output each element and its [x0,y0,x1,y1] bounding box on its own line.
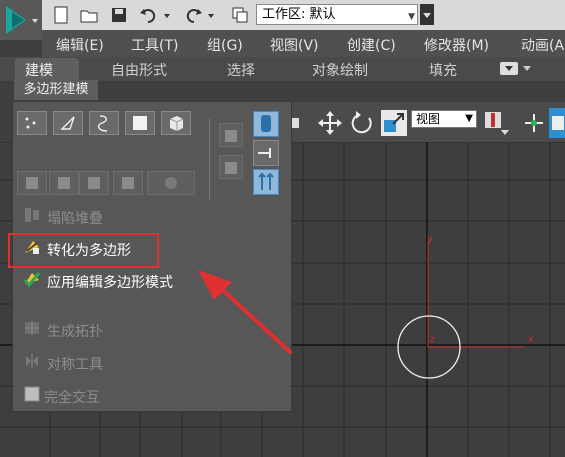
ribbon-options-button[interactable] [500,62,518,75]
modify-mode-button[interactable] [17,171,47,195]
pin-stack-button[interactable] [253,140,279,166]
border-mode-button[interactable] [89,111,119,135]
ribbon-tab-modeling[interactable]: 建模 [25,60,53,80]
preserve-uv-button[interactable] [49,171,79,195]
new-file-icon[interactable] [51,5,71,25]
ribbon-tab-selection[interactable]: 选择 [227,60,255,80]
save-icon[interactable] [109,5,129,25]
axis-x-label: x [528,334,534,345]
scale-icon[interactable] [381,110,407,136]
full-interactivity-checkbox[interactable] [23,385,41,403]
chevron-down-icon: ▼ [465,113,473,124]
menu-modifiers[interactable]: 修改器(M) [424,35,489,55]
annotation-arrow [198,270,292,354]
menu-group[interactable]: 组(G) [207,35,243,55]
show-cage-button[interactable] [113,171,143,195]
chevron-down-icon: ▼ [408,12,415,22]
axis-origin-label: z [430,335,435,345]
ribbon-bar [0,57,565,81]
ribbon-tab-freeform[interactable]: 自由形式 [111,60,167,80]
collapse-stack-label: 塌陷堆叠 [47,211,103,227]
apply-edit-poly-icon [23,270,41,288]
previous-modifier-button[interactable] [219,123,243,147]
move-icon[interactable] [317,110,343,136]
ribbon-tab-object-paint[interactable]: 对象绘制 [312,60,368,80]
open-folder-icon[interactable] [79,5,99,25]
app-logo-icon[interactable] [0,0,42,40]
project-folder-icon[interactable] [230,5,250,25]
generate-topology-label: 生成拓扑 [47,324,103,340]
show-end-result-button[interactable] [253,111,279,137]
apply-edit-poly-label: 应用编辑多边形模式 [47,275,173,291]
ribbon-dropdown-icon[interactable] [522,61,532,75]
toolbar-overflow-button[interactable] [420,4,434,25]
menu-create[interactable]: 创建(C) [347,35,396,55]
full-interactivity-label: 完全交互 [44,390,100,406]
rotate-icon[interactable] [349,110,375,136]
polygon-mode-button[interactable] [125,111,155,135]
edge-mode-button[interactable] [53,111,83,135]
menu-animation[interactable]: 动画(A [521,35,564,55]
symmetry-tools-label: 对称工具 [47,357,103,373]
workspace-select[interactable]: 工作区: 默认 ▼ [256,4,418,25]
collapse-stack-icon [23,206,41,224]
snap-toggle-button[interactable] [549,108,565,138]
ribbon-tab-populate[interactable]: 填充 [429,60,457,80]
ignore-backfacing-button[interactable] [79,171,109,195]
menu-tools[interactable]: 工具(T) [131,35,178,55]
modify-stack-button[interactable] [253,169,279,195]
next-modifier-button[interactable] [219,155,243,179]
undo-dropdown-icon[interactable] [162,5,172,25]
menu-bar: 编辑(E) 工具(T) 组(G) 视图(V) 创建(C) 修改器(M) 动画(A [42,30,565,57]
reference-coordinate-select[interactable]: 视图 ▼ [411,110,477,128]
full-interactivity-item[interactable]: 完全交互 [13,385,283,407]
collapse-stack-item[interactable]: 塌陷堆叠 [13,206,283,228]
axis-y-label: y [427,234,433,245]
pivot-center-icon[interactable] [483,110,511,138]
polygon-modeling-tab[interactable]: 多边形建模 [14,80,98,100]
vertex-mode-button[interactable] [17,111,47,135]
highlight-box [8,233,159,268]
panel-divider [209,118,210,200]
select-manipulate-icon[interactable] [521,110,547,136]
nurms-toggle-button[interactable] [147,171,195,195]
menu-edit[interactable]: 编辑(E) [56,35,104,55]
element-mode-button[interactable] [161,111,191,135]
undo-icon[interactable] [139,5,159,25]
workspace-label: 工作区: 默认 [262,7,336,22]
redo-icon[interactable] [183,5,203,25]
redo-dropdown-icon[interactable] [206,5,216,25]
menu-view[interactable]: 视图(V) [270,35,319,55]
generate-topology-icon [23,319,41,337]
reference-coordinate-label: 视图 [416,112,441,126]
symmetry-tools-icon [23,352,41,370]
